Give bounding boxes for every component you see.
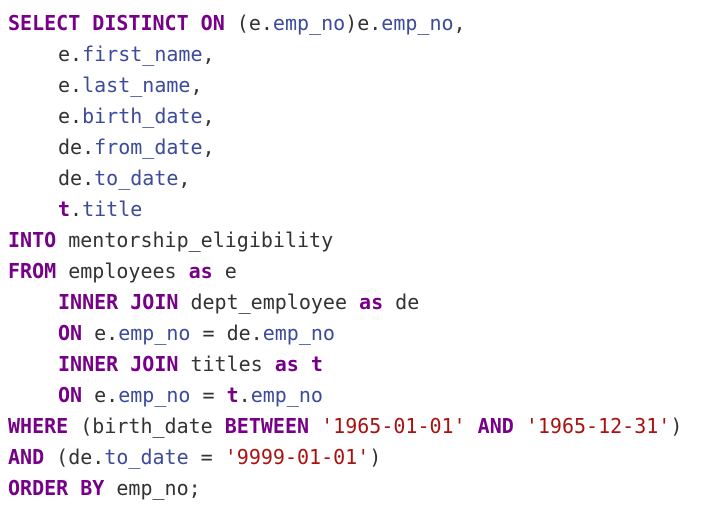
code-token-text: de — [383, 290, 420, 314]
code-token-text: mentorship_eligibility — [56, 228, 334, 252]
code-token-keyword: AND — [8, 445, 45, 469]
code-token-keyword: FROM — [8, 259, 57, 283]
code-token-identifier: last_name — [82, 73, 191, 97]
code-token-keyword: INNER JOIN — [58, 352, 179, 376]
code-token-identifier: emp_no — [118, 321, 191, 345]
code-token-text: e. — [58, 42, 83, 66]
code-token-keyword: as — [188, 259, 213, 283]
code-token-keyword: ON — [58, 383, 83, 407]
code-token-keyword: BETWEEN — [224, 414, 310, 438]
code-line: ORDER BY emp_no; — [8, 473, 718, 504]
code-token-text: , — [202, 42, 215, 66]
code-line: INNER JOIN titles as t — [8, 349, 718, 380]
code-token-text: ) — [670, 414, 683, 438]
code-line: ON e.emp_no = t.emp_no — [8, 380, 718, 411]
code-token-keyword: ON — [58, 321, 83, 345]
code-token-text: = — [188, 445, 225, 469]
code-token-text: de. — [58, 166, 95, 190]
code-token-identifier: emp_no — [272, 11, 346, 35]
code-line: INNER JOIN dept_employee as de — [8, 287, 718, 318]
code-token-alias: t — [58, 197, 71, 221]
code-token-identifier: emp_no — [262, 321, 335, 345]
code-token-alias: t — [310, 352, 323, 376]
code-line: FROM employees as e — [8, 256, 718, 287]
code-token-text: e. — [58, 104, 83, 128]
code-token-text: , — [453, 11, 466, 35]
code-token-identifier: title — [82, 197, 143, 221]
code-token-identifier: to_date — [104, 445, 189, 469]
code-token-text: , — [202, 104, 215, 128]
code-line: e.first_name, — [8, 39, 718, 70]
code-token-text: = de. — [190, 321, 263, 345]
code-token-text: dept_employee — [178, 290, 360, 314]
code-line: WHERE (birth_date BETWEEN '1965-01-01' A… — [8, 411, 718, 442]
code-token-text: employees — [56, 259, 189, 283]
code-token-text: e — [212, 259, 237, 283]
code-token-keyword: as — [274, 352, 299, 376]
code-line: SELECT DISTINCT ON (e.emp_no)e.emp_no, — [8, 8, 718, 39]
code-token-identifier: from_date — [94, 135, 203, 159]
code-line: ON e.emp_no = de.emp_no — [8, 318, 718, 349]
code-token-keyword: AND — [477, 414, 514, 438]
code-token-identifier: emp_no — [250, 383, 323, 407]
code-token-identifier: first_name — [82, 42, 203, 66]
code-token-text: = — [190, 383, 227, 407]
code-line: e.birth_date, — [8, 101, 718, 132]
code-token-text: de. — [58, 135, 95, 159]
code-token-keyword: ORDER BY — [8, 476, 105, 500]
code-token-keyword: SELECT DISTINCT ON — [8, 11, 225, 35]
code-token-text: , — [178, 166, 191, 190]
code-token-string: '1965-12-31' — [525, 414, 671, 438]
code-token-keyword: INNER JOIN — [58, 290, 179, 314]
sql-code-block: SELECT DISTINCT ON (e.emp_no)e.emp_no, e.… — [0, 0, 718, 513]
code-token-text: emp_no; — [104, 476, 201, 500]
code-token-text: (de. — [44, 445, 105, 469]
code-token-text: , — [202, 135, 215, 159]
code-token-text: )e. — [345, 11, 382, 35]
code-token-string: '9999-01-01' — [224, 445, 370, 469]
code-token-string: '1965-01-01' — [321, 414, 466, 438]
code-token-keyword: as — [359, 290, 384, 314]
code-line: de.from_date, — [8, 132, 718, 163]
code-line: INTO mentorship_eligibility — [8, 225, 718, 256]
code-token-keyword: INTO — [8, 228, 57, 252]
code-token-identifier: emp_no — [381, 11, 454, 35]
code-token-text: ) — [369, 445, 382, 469]
code-token-text: e. — [82, 383, 119, 407]
code-line: e.last_name, — [8, 70, 718, 101]
code-token-text: . — [238, 383, 251, 407]
code-token-text: e. — [82, 321, 119, 345]
code-line: de.to_date, — [8, 163, 718, 194]
code-token-text: titles — [178, 352, 275, 376]
code-line: t.title — [8, 194, 718, 225]
code-token-text: , — [190, 73, 203, 97]
code-token-keyword: WHERE — [8, 414, 69, 438]
code-token-identifier: emp_no — [118, 383, 191, 407]
code-token-text: (birth_date — [68, 414, 225, 438]
code-token-text: (e. — [224, 11, 273, 35]
code-line: AND (de.to_date = '9999-01-01') — [8, 442, 718, 473]
code-token-text: e. — [58, 73, 83, 97]
code-token-identifier: to_date — [94, 166, 179, 190]
code-token-identifier: birth_date — [82, 104, 203, 128]
code-token-text: . — [70, 197, 83, 221]
code-token-alias: t — [226, 383, 239, 407]
